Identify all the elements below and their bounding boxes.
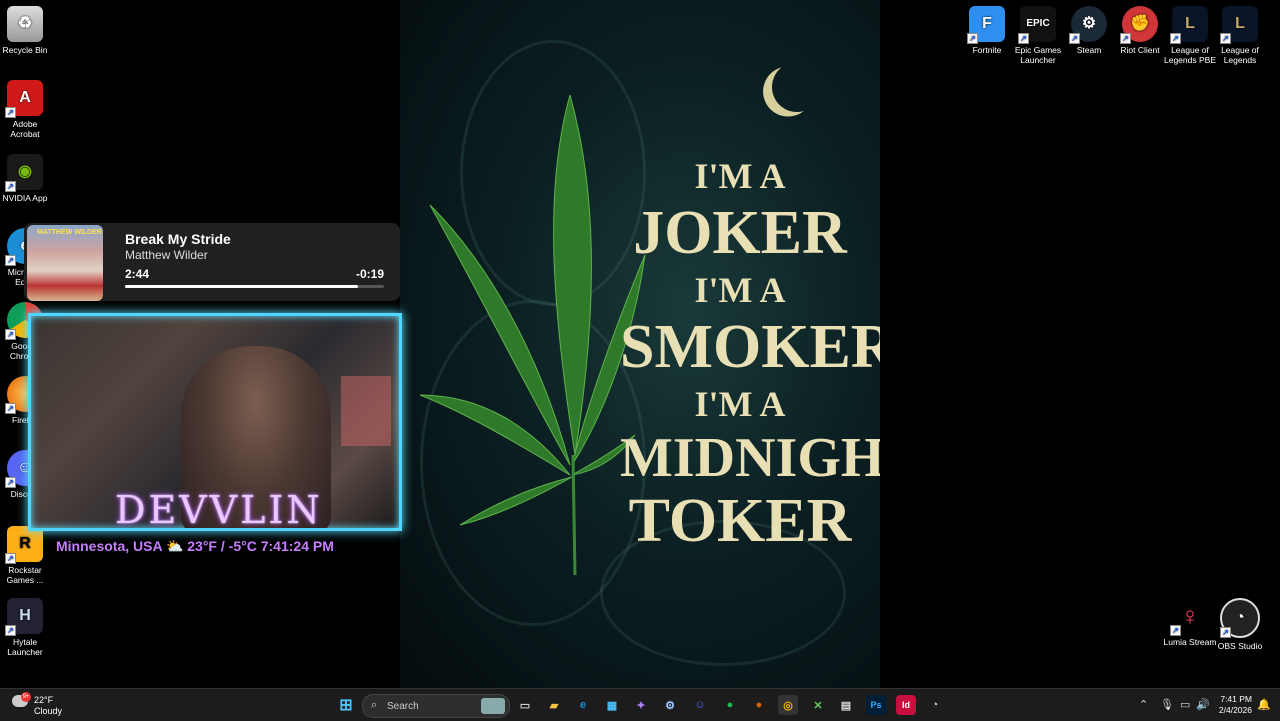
- wallpaper-line: I'M A: [694, 270, 786, 310]
- desktop-icon-riot-client[interactable]: ✊ ↗ Riot Client: [1113, 6, 1167, 55]
- league-pbe-icon: L ↗: [1170, 6, 1208, 44]
- steam-taskbar-icon[interactable]: ⚙: [660, 695, 680, 715]
- desktop-icon-lumia-stream[interactable]: ♀ ↗ Lumia Stream: [1163, 598, 1217, 647]
- wallpaper-line: TOKER: [628, 487, 852, 555]
- wallpaper-line: I'M A: [694, 156, 786, 196]
- firefox-taskbar-icon[interactable]: ●: [749, 695, 769, 715]
- cannabis-leaf-graphic: [420, 95, 646, 575]
- overlay-location: Minnesota, USA: [56, 538, 163, 554]
- overlay-temp: 23°F / -5°C: [187, 538, 257, 554]
- desktop-icon-obs-studio[interactable]: ◔ ↗ OBS Studio: [1213, 598, 1267, 651]
- desktop-icon-steam[interactable]: ⚙ ↗ Steam: [1062, 6, 1116, 55]
- wallpaper-line: SMOKER: [620, 313, 880, 381]
- search-box[interactable]: ⌕ Search: [362, 694, 510, 718]
- wallpaper-line: MIDNIGHT: [620, 427, 880, 489]
- wallpaper-quote: I'M A JOKER I'M A SMOKER I'M A MIDNIGH T …: [620, 150, 880, 556]
- xbox-icon[interactable]: ✕: [808, 695, 828, 715]
- desktop-icon-adobe-acrobat[interactable]: A ↗ Adobe Acrobat: [0, 80, 52, 139]
- file-explorer-icon[interactable]: ▰: [544, 695, 564, 715]
- overlay-time: 7:41:24 PM: [260, 538, 334, 554]
- notification-badge: 9+: [21, 692, 31, 702]
- start-button[interactable]: ⊞: [336, 695, 356, 715]
- app-icon[interactable]: ▤: [836, 695, 856, 715]
- volume-icon[interactable]: 🔊: [1196, 698, 1210, 711]
- song-title: Break My Stride: [125, 231, 231, 247]
- lumia-stream-icon: ♀ ↗: [1170, 598, 1208, 636]
- weather-temp: 22°F: [34, 695, 54, 705]
- copilot-icon[interactable]: ✦: [631, 695, 651, 715]
- clock-time: 7:41 PM: [1220, 694, 1252, 704]
- search-icon: ⌕: [371, 699, 378, 711]
- media-player-widget[interactable]: MATTHEW WILDER Break My Stride Matthew W…: [24, 223, 400, 301]
- store-icon[interactable]: ▦: [602, 695, 622, 715]
- notification-bell-icon[interactable]: 🔔: [1257, 698, 1271, 711]
- adobe-acrobat-icon: A ↗: [5, 80, 43, 118]
- streamer-name: DEVVLIN: [115, 488, 323, 532]
- desktop-icon-league-pbe[interactable]: L ↗ League of Legends PBE: [1163, 6, 1217, 65]
- elapsed-time: 2:44: [125, 267, 150, 281]
- wallpaper-line: I'M A: [694, 384, 786, 424]
- taskbar: 9+ 22°F Cloudy ⊞ ⌕ Search ▭ ▰ e ▦ ✦ ⚙ ☺ ●…: [0, 688, 1280, 721]
- recycle-bin-icon: ♻: [7, 6, 43, 42]
- desktop-icon-league[interactable]: L ↗ League of Legends: [1213, 6, 1267, 65]
- wallpaper: I'M A JOKER I'M A SMOKER I'M A MIDNIGH T …: [400, 0, 880, 688]
- progress-fill: [125, 285, 359, 288]
- rockstar-icon: R ↗: [5, 526, 43, 564]
- desktop-icon-label: Fortnite: [972, 45, 1002, 55]
- background-light: [341, 376, 391, 446]
- clock-date: 2/4/2026: [1218, 705, 1252, 715]
- discord-taskbar-icon[interactable]: ☺: [690, 695, 710, 715]
- microphone-icon[interactable]: 🎙: [1160, 698, 1174, 711]
- desktop-icon-label: NVIDIA App: [2, 193, 48, 203]
- weather-desc: Cloudy: [34, 706, 63, 716]
- clock[interactable]: 7:41 PM 2/4/2026: [1212, 694, 1252, 716]
- chrome-taskbar-icon[interactable]: ◎: [778, 695, 798, 715]
- desktop-icon-rockstar[interactable]: R ↗ Rockstar Games ...: [0, 526, 52, 585]
- desktop-icon-label: Riot Client: [1120, 45, 1160, 55]
- league-icon: L ↗: [1220, 6, 1258, 44]
- desktop-icon-fortnite[interactable]: F ↗ Fortnite: [960, 6, 1014, 55]
- desktop-icon-label: League of Legends PBE: [1164, 45, 1216, 65]
- desktop-icon-label: OBS Studio: [1217, 641, 1263, 651]
- obs-taskbar-icon[interactable]: ◔: [925, 695, 945, 715]
- hytale-icon: H ↗: [5, 598, 43, 636]
- desktop-icon-label: Rockstar Games ...: [6, 565, 44, 585]
- edge-taskbar-icon[interactable]: e: [573, 695, 593, 715]
- steam-icon: ⚙ ↗: [1069, 6, 1107, 44]
- search-highlight-image: [481, 698, 505, 714]
- chevron-up-icon[interactable]: ⌃: [1139, 698, 1148, 711]
- desktop-icon-recycle-bin[interactable]: ♻ Recycle Bin: [0, 6, 52, 55]
- spotify-icon[interactable]: ●: [720, 695, 740, 715]
- task-view-icon[interactable]: ▭: [515, 695, 535, 715]
- indesign-icon[interactable]: Id: [896, 695, 916, 715]
- desktop-icon-label: League of Legends: [1221, 45, 1259, 65]
- song-artist: Matthew Wilder: [125, 248, 208, 262]
- overlay-info: Minnesota, USA ⛅ 23°F / -5°C 7:41:24 PM: [56, 538, 334, 555]
- album-art: MATTHEW WILDER: [27, 225, 103, 301]
- desktop-icon-epic-games[interactable]: EPIC ↗ Epic Games Launcher: [1011, 6, 1065, 65]
- desktop-icon-label: Lumia Stream: [1163, 637, 1217, 647]
- desktop-icon-hytale[interactable]: H ↗ Hytale Launcher: [0, 598, 52, 657]
- progress-bar[interactable]: [125, 285, 384, 288]
- moon-graphic: [768, 58, 826, 116]
- desktop-icon-label: Epic Games Launcher: [1014, 45, 1062, 65]
- desktop-icon-label: Hytale Launcher: [7, 637, 43, 657]
- fortnite-icon: F ↗: [967, 6, 1005, 44]
- riot-client-icon: ✊ ↗: [1120, 6, 1158, 44]
- cloud-icon: ⛅: [165, 538, 188, 554]
- wallpaper-line: JOKER: [633, 199, 847, 267]
- desktop-icon-label: Recycle Bin: [2, 45, 48, 55]
- remaining-time: -0:19: [355, 267, 384, 281]
- nvidia-icon: ◉ ↗: [5, 154, 43, 192]
- desktop-icon-label: Steam: [1076, 45, 1102, 55]
- obs-studio-icon: ◔ ↗: [1220, 598, 1260, 638]
- photoshop-icon[interactable]: Ps: [866, 695, 886, 715]
- desktop-icon-nvidia[interactable]: ◉ ↗ NVIDIA App: [0, 154, 52, 203]
- epic-games-icon: EPIC ↗: [1018, 6, 1056, 44]
- search-placeholder: Search: [387, 701, 419, 712]
- network-icon[interactable]: ▭: [1180, 698, 1190, 711]
- desktop-icon-label: Adobe Acrobat: [10, 119, 40, 139]
